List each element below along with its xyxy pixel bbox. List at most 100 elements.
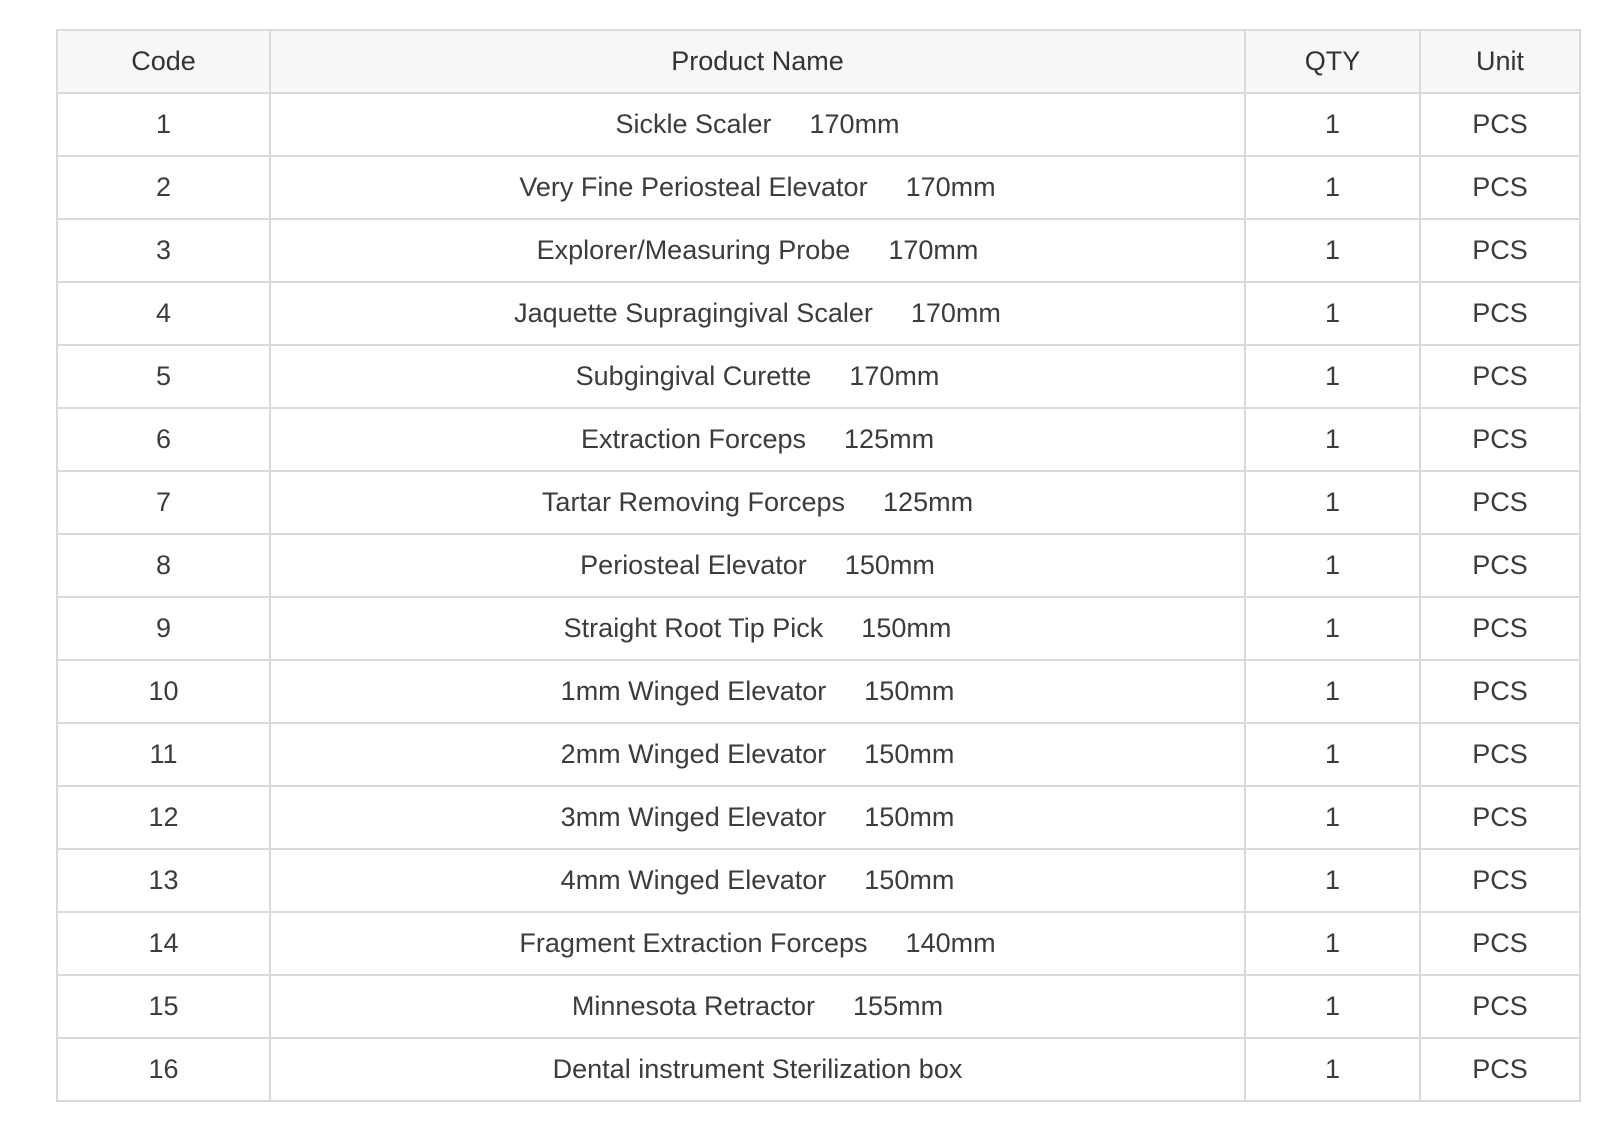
header-row: Code Product Name QTY Unit — [56, 29, 1581, 94]
table-row: 6 Extraction Forceps 125mm 1 PCS — [56, 407, 1581, 472]
product-name: Periosteal Elevator — [580, 550, 807, 580]
product-size: 140mm — [905, 928, 996, 958]
product-size: 155mm — [853, 991, 944, 1021]
product-size: 125mm — [844, 424, 935, 454]
table-row: 11 2mm Winged Elevator 150mm 1 PCS — [56, 722, 1581, 787]
cell-product-name: Explorer/Measuring Probe 170mm — [269, 218, 1246, 283]
product-size: 170mm — [849, 361, 940, 391]
product-name: Dental instrument Sterilization box — [552, 1054, 963, 1084]
cell-qty: 1 — [1244, 281, 1421, 346]
product-name: 4mm Winged Elevator — [560, 865, 827, 895]
header-product-name: Product Name — [269, 29, 1246, 94]
cell-code: 14 — [56, 911, 271, 976]
cell-product-name: 2mm Winged Elevator 150mm — [269, 722, 1246, 787]
cell-unit: PCS — [1419, 596, 1581, 661]
product-name: 1mm Winged Elevator — [560, 676, 827, 706]
product-name: Subgingival Curette — [575, 361, 812, 391]
table-row: 12 3mm Winged Elevator 150mm 1 PCS — [56, 785, 1581, 850]
product-table: Code Product Name QTY Unit 1 Sickle Scal… — [56, 29, 1581, 1102]
cell-code: 13 — [56, 848, 271, 913]
cell-qty: 1 — [1244, 596, 1421, 661]
product-name: Explorer/Measuring Probe — [536, 235, 851, 265]
cell-unit: PCS — [1419, 155, 1581, 220]
product-size: 170mm — [910, 298, 1001, 328]
cell-code: 12 — [56, 785, 271, 850]
cell-product-name: Extraction Forceps 125mm — [269, 407, 1246, 472]
cell-unit: PCS — [1419, 785, 1581, 850]
cell-qty: 1 — [1244, 470, 1421, 535]
product-size: 150mm — [864, 676, 955, 706]
product-name: 2mm Winged Elevator — [560, 739, 827, 769]
table-row: 13 4mm Winged Elevator 150mm 1 PCS — [56, 848, 1581, 913]
table-row: 9 Straight Root Tip Pick 150mm 1 PCS — [56, 596, 1581, 661]
cell-code: 1 — [56, 92, 271, 157]
cell-product-name: Minnesota Retractor 155mm — [269, 974, 1246, 1039]
product-size: 170mm — [809, 109, 900, 139]
cell-code: 4 — [56, 281, 271, 346]
cell-code: 2 — [56, 155, 271, 220]
cell-unit: PCS — [1419, 974, 1581, 1039]
table-header: Code Product Name QTY Unit — [56, 29, 1581, 94]
cell-unit: PCS — [1419, 92, 1581, 157]
table-row: 3 Explorer/Measuring Probe 170mm 1 PCS — [56, 218, 1581, 283]
cell-product-name: Sickle Scaler 170mm — [269, 92, 1246, 157]
cell-product-name: 3mm Winged Elevator 150mm — [269, 785, 1246, 850]
table-row: 4 Jaquette Supragingival Scaler 170mm 1 P… — [56, 281, 1581, 346]
product-name: Sickle Scaler — [615, 109, 772, 139]
cell-qty: 1 — [1244, 218, 1421, 283]
header-code: Code — [56, 29, 271, 94]
cell-unit: PCS — [1419, 1037, 1581, 1102]
cell-product-name: Jaquette Supragingival Scaler 170mm — [269, 281, 1246, 346]
table-row: 8 Periosteal Elevator 150mm 1 PCS — [56, 533, 1581, 598]
table-body: 1 Sickle Scaler 170mm 1 PCS 2 Very Fine P… — [56, 92, 1581, 1102]
product-name: Straight Root Tip Pick — [563, 613, 824, 643]
cell-code: 11 — [56, 722, 271, 787]
product-size: 150mm — [864, 802, 955, 832]
cell-qty: 1 — [1244, 344, 1421, 409]
cell-qty: 1 — [1244, 533, 1421, 598]
product-size: 150mm — [864, 739, 955, 769]
cell-code: 8 — [56, 533, 271, 598]
product-name: Fragment Extraction Forceps — [519, 928, 868, 958]
cell-unit: PCS — [1419, 911, 1581, 976]
cell-product-name: 4mm Winged Elevator 150mm — [269, 848, 1246, 913]
product-name: Tartar Removing Forceps — [541, 487, 846, 517]
product-name: Extraction Forceps — [580, 424, 807, 454]
table-row: 14 Fragment Extraction Forceps 140mm 1 PC… — [56, 911, 1581, 976]
product-size: 150mm — [844, 550, 935, 580]
cell-code: 6 — [56, 407, 271, 472]
cell-code: 3 — [56, 218, 271, 283]
product-name: Jaquette Supragingival Scaler — [514, 298, 873, 328]
cell-unit: PCS — [1419, 848, 1581, 913]
cell-unit: PCS — [1419, 470, 1581, 535]
header-qty: QTY — [1244, 29, 1421, 94]
cell-product-name: Fragment Extraction Forceps 140mm — [269, 911, 1246, 976]
cell-product-name: Periosteal Elevator 150mm — [269, 533, 1246, 598]
table-row: 15 Minnesota Retractor 155mm 1 PCS — [56, 974, 1581, 1039]
cell-code: 10 — [56, 659, 271, 724]
table-row: 16 Dental instrument Sterilization box 1… — [56, 1037, 1581, 1102]
cell-code: 15 — [56, 974, 271, 1039]
table-row: 10 1mm Winged Elevator 150mm 1 PCS — [56, 659, 1581, 724]
cell-product-name: Very Fine Periosteal Elevator 170mm — [269, 155, 1246, 220]
product-size: 150mm — [864, 865, 955, 895]
cell-qty: 1 — [1244, 92, 1421, 157]
product-name: Very Fine Periosteal Elevator — [519, 172, 868, 202]
cell-product-name: Tartar Removing Forceps 125mm — [269, 470, 1246, 535]
cell-unit: PCS — [1419, 722, 1581, 787]
cell-qty: 1 — [1244, 722, 1421, 787]
cell-unit: PCS — [1419, 407, 1581, 472]
product-table-container: Code Product Name QTY Unit 1 Sickle Scal… — [56, 29, 1581, 1102]
cell-qty: 1 — [1244, 155, 1421, 220]
cell-qty: 1 — [1244, 659, 1421, 724]
table-row: 2 Very Fine Periosteal Elevator 170mm 1 P… — [56, 155, 1581, 220]
cell-qty: 1 — [1244, 848, 1421, 913]
cell-product-name: Straight Root Tip Pick 150mm — [269, 596, 1246, 661]
cell-code: 7 — [56, 470, 271, 535]
cell-unit: PCS — [1419, 659, 1581, 724]
table-row: 1 Sickle Scaler 170mm 1 PCS — [56, 92, 1581, 157]
cell-code: 9 — [56, 596, 271, 661]
header-unit: Unit — [1419, 29, 1581, 94]
cell-unit: PCS — [1419, 533, 1581, 598]
cell-qty: 1 — [1244, 974, 1421, 1039]
